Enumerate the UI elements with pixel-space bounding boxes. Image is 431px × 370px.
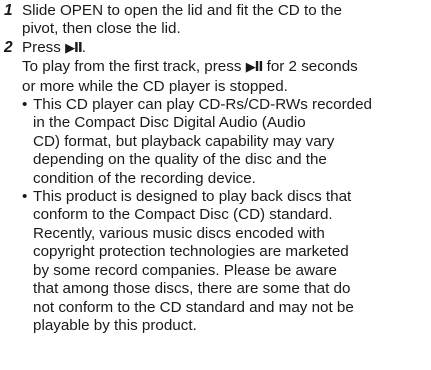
note-2-line-4: copyright protection technologies are ma… bbox=[33, 243, 349, 261]
note-item-1: • This CD player can play CD-Rs/CD-RWs r… bbox=[22, 96, 425, 188]
step-1-text: Slide OPEN to open the lid and fit the C… bbox=[22, 2, 425, 39]
notes-list: • This CD player can play CD-Rs/CD-RWs r… bbox=[22, 96, 425, 335]
play-pause-icon: ▶II bbox=[245, 60, 264, 76]
note-item-2: • This product is designed to play back … bbox=[22, 188, 425, 335]
press-label: Press bbox=[22, 38, 61, 56]
note-2-line-7: not conform to the CD standard and may n… bbox=[33, 298, 354, 316]
para-after: for 2 seconds bbox=[266, 58, 358, 76]
step-2-number: 2 bbox=[4, 38, 13, 56]
bullet-icon: • bbox=[22, 96, 28, 114]
para-before: To play from the first track, press bbox=[22, 58, 242, 76]
note-2-line-2: conform to the Compact Disc (CD) standar… bbox=[33, 206, 333, 224]
step-2-para-line-2: or more while the CD player is stopped. bbox=[22, 77, 288, 95]
note-2-line-5: by some record companies. Please be awar… bbox=[33, 261, 337, 279]
note-2-line-1: This product is designed to play back di… bbox=[33, 188, 352, 206]
bullet-icon: • bbox=[22, 188, 28, 206]
step-1-line-2: pivot, then close the lid. bbox=[22, 20, 181, 38]
step-1-line-1: Slide OPEN to open the lid and fit the C… bbox=[22, 2, 342, 19]
note-2-line-3: Recently, various music discs encoded wi… bbox=[33, 224, 325, 242]
note-1-line-5: condition of the recording device. bbox=[33, 169, 256, 187]
note-2-line-8: playable by this product. bbox=[33, 316, 197, 334]
step-2-press-line: Press ▶II. bbox=[22, 39, 425, 58]
press-period: . bbox=[81, 38, 86, 56]
note-2-line-6: that among those discs, there are some t… bbox=[33, 280, 351, 298]
step-1-number: 1 bbox=[4, 2, 13, 19]
step-2-para-line-1: To play from the first track, press ▶II … bbox=[22, 58, 425, 77]
step-2-text: Press ▶II. To play from the first track,… bbox=[22, 39, 425, 336]
play-pause-icon: ▶II bbox=[65, 40, 83, 56]
step-2: 2 Press ▶II. To play from the first trac… bbox=[4, 39, 425, 336]
instruction-page: 1 Slide OPEN to open the lid and fit the… bbox=[0, 0, 431, 370]
note-1-line-4: depending on the quality of the disc and… bbox=[33, 151, 327, 169]
note-1-line-3: CD) format, but playback capability may … bbox=[33, 132, 335, 150]
step-1: 1 Slide OPEN to open the lid and fit the… bbox=[4, 2, 425, 39]
note-1-line-1: This CD player can play CD-Rs/CD-RWs rec… bbox=[33, 96, 372, 114]
note-1-line-2: in the Compact Disc Digital Audio (Audio bbox=[33, 114, 306, 132]
